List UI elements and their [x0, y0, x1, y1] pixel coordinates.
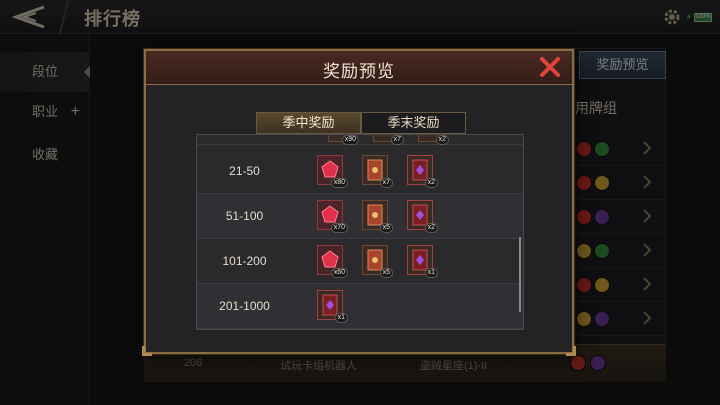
item-quantity: x1 — [424, 268, 438, 278]
purple-card-icon: x2 — [418, 135, 449, 145]
red-gem-icon: x90 — [328, 135, 359, 145]
purple-card-icon[interactable]: x2 — [407, 155, 438, 188]
card-pack-icon[interactable]: x7 — [362, 155, 393, 188]
item-quantity: x1 — [334, 313, 348, 323]
dialog-title: 奖励预览 — [323, 62, 395, 81]
item-quantity: x90 — [341, 135, 359, 145]
table-row: 51-100 x70 x5 x2 — [197, 194, 523, 239]
close-icon[interactable] — [536, 53, 564, 81]
item-quantity: x2 — [424, 223, 438, 233]
reward-tabs: 季中奖励 季末奖励 — [256, 112, 466, 134]
item-quantity: x7 — [390, 135, 404, 145]
item-quantity: x2 — [424, 178, 438, 188]
table-row: x90 x7 x2 — [197, 135, 523, 145]
item-quantity: x5 — [379, 268, 393, 278]
rank-range: 21-50 — [229, 164, 260, 178]
red-gem-icon[interactable]: x70 — [317, 200, 348, 233]
rank-range: 201-1000 — [219, 299, 270, 313]
rank-range: 101-200 — [222, 254, 267, 268]
card-pack-icon[interactable]: x5 — [362, 200, 393, 233]
purple-card-icon[interactable]: x1 — [407, 245, 438, 278]
item-quantity: x60 — [330, 268, 348, 278]
table-row: 201-1000 x1 — [197, 284, 523, 329]
red-gem-icon[interactable]: x80 — [317, 155, 348, 188]
card-pack-icon[interactable]: x5 — [362, 245, 393, 278]
dialog-header: 奖励预览 — [146, 51, 572, 85]
corner-ornament-icon — [566, 346, 576, 356]
item-quantity: x2 — [435, 135, 449, 145]
card-pack-icon: x7 — [373, 135, 404, 145]
table-row: 101-200 x60 x5 x1 — [197, 239, 523, 284]
purple-card-icon[interactable]: x1 — [317, 290, 348, 323]
table-scrollbar[interactable] — [519, 237, 521, 312]
item-quantity: x80 — [330, 178, 348, 188]
tab-endseason[interactable]: 季末奖励 — [361, 112, 466, 134]
item-quantity: x5 — [379, 223, 393, 233]
red-gem-icon[interactable]: x60 — [317, 245, 348, 278]
item-quantity: x70 — [330, 223, 348, 233]
rank-range: 51-100 — [225, 209, 264, 223]
table-row: 21-50 x80 x7 x2 — [197, 149, 523, 194]
tab-midseason[interactable]: 季中奖励 — [256, 112, 361, 134]
corner-ornament-icon — [142, 346, 152, 356]
reward-table[interactable]: x90 x7 x2 21-50 x80 x7 x2 51-100 x70 x5 … — [196, 134, 524, 330]
reward-preview-dialog: 奖励预览 季中奖励 季末奖励 x90 x7 x2 21-50 x80 x7 x2… — [142, 49, 576, 356]
purple-card-icon[interactable]: x2 — [407, 200, 438, 233]
item-quantity: x7 — [379, 178, 393, 188]
